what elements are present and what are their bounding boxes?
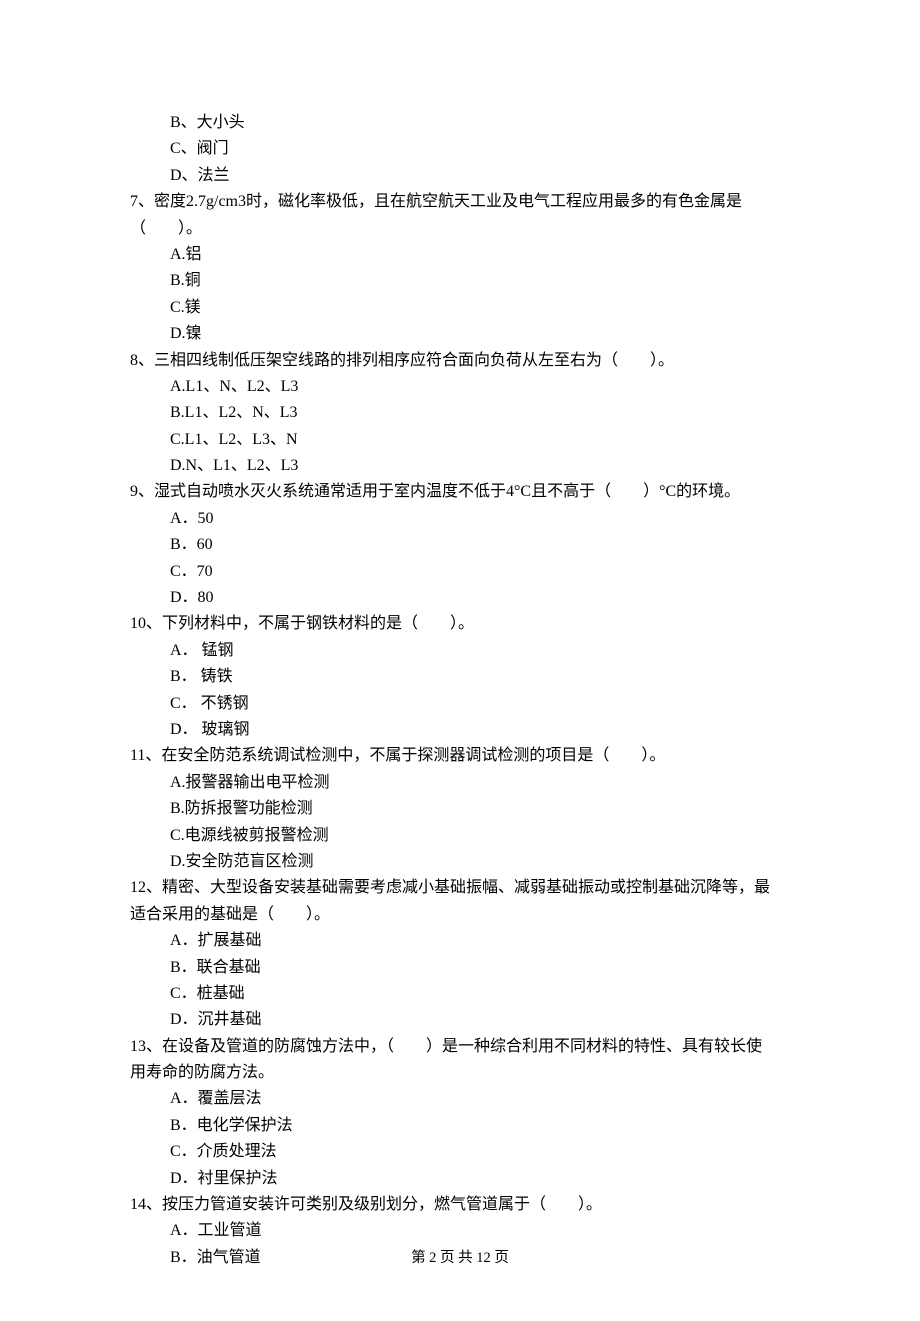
option-13c: C．介质处理法	[130, 1139, 790, 1165]
option-9a: A．50	[130, 506, 790, 532]
option-11d: D.安全防范盲区检测	[130, 849, 790, 875]
option-11a: A.报警器输出电平检测	[130, 770, 790, 796]
question-8-text: 8、三相四线制低压架空线路的排列相序应符合面向负荷从左至右为（ ）。	[130, 348, 790, 374]
option-9d: D．80	[130, 585, 790, 611]
option-12d: D．沉井基础	[130, 1007, 790, 1033]
option-13b: B．电化学保护法	[130, 1113, 790, 1139]
option-10a: A． 锰钢	[130, 638, 790, 664]
option-11c: C.电源线被剪报警检测	[130, 823, 790, 849]
option-13a: A．覆盖层法	[130, 1086, 790, 1112]
question-7-text-line1: 7、密度2.7g/cm3时，磁化率极低，且在航空航天工业及电气工程应用最多的有色…	[130, 189, 790, 215]
question-7-text-line2: （ ）。	[130, 216, 790, 242]
option-10d: D． 玻璃钢	[130, 717, 790, 743]
option-7d: D.镍	[130, 321, 790, 347]
question-12-text-line1: 12、精密、大型设备安装基础需要考虑减小基础振幅、减弱基础振动或控制基础沉降等，…	[130, 875, 790, 901]
question-9-text: 9、湿式自动喷水灭火系统通常适用于室内温度不低于4°C且不高于（ ）°C的环境。	[130, 479, 790, 505]
question-14-text: 14、按压力管道安装许可类别及级别划分，燃气管道属于（ ）。	[130, 1192, 790, 1218]
option-8a: A.L1、N、L2、L3	[130, 374, 790, 400]
option-12b: B．联合基础	[130, 955, 790, 981]
question-9: 9、湿式自动喷水灭火系统通常适用于室内温度不低于4°C且不高于（ ）°C的环境。…	[130, 479, 790, 611]
question-10: 10、下列材料中，不属于钢铁材料的是（ ）。 A． 锰钢 B． 铸铁 C． 不锈…	[130, 611, 790, 743]
option-12c: C．桩基础	[130, 981, 790, 1007]
question-8: 8、三相四线制低压架空线路的排列相序应符合面向负荷从左至右为（ ）。 A.L1、…	[130, 348, 790, 480]
page-footer: 第 2 页 共 12 页	[0, 1247, 920, 1271]
question-13-text-line1: 13、在设备及管道的防腐蚀方法中，（ ）是一种综合利用不同材料的特性、具有较长使	[130, 1034, 790, 1060]
question-11-text: 11、在安全防范系统调试检测中，不属于探测器调试检测的项目是（ ）。	[130, 743, 790, 769]
option-9b: B．60	[130, 532, 790, 558]
option-8d: D.N、L1、L2、L3	[130, 453, 790, 479]
option-10b: B． 铸铁	[130, 664, 790, 690]
option-7b: B.铜	[130, 268, 790, 294]
question-6-partial: B、大小头 C、阀门 D、法兰	[130, 110, 790, 189]
option-7a: A.铝	[130, 242, 790, 268]
option-12a: A．扩展基础	[130, 928, 790, 954]
option-8c: C.L1、L2、L3、N	[130, 427, 790, 453]
page-container: B、大小头 C、阀门 D、法兰 7、密度2.7g/cm3时，磁化率极低，且在航空…	[0, 0, 920, 1321]
question-12: 12、精密、大型设备安装基础需要考虑减小基础振幅、减弱基础振动或控制基础沉降等，…	[130, 875, 790, 1033]
question-10-text: 10、下列材料中，不属于钢铁材料的是（ ）。	[130, 611, 790, 637]
option-7c: C.镁	[130, 295, 790, 321]
question-12-text-line2: 适合采用的基础是（ ）。	[130, 902, 790, 928]
option-11b: B.防拆报警功能检测	[130, 796, 790, 822]
option-13d: D．衬里保护法	[130, 1166, 790, 1192]
option-9c: C．70	[130, 559, 790, 585]
option-6c: C、阀门	[130, 136, 790, 162]
option-14a: A．工业管道	[130, 1218, 790, 1244]
option-8b: B.L1、L2、N、L3	[130, 400, 790, 426]
question-13: 13、在设备及管道的防腐蚀方法中，（ ）是一种综合利用不同材料的特性、具有较长使…	[130, 1034, 790, 1192]
option-6d: D、法兰	[130, 163, 790, 189]
option-6b: B、大小头	[130, 110, 790, 136]
question-11: 11、在安全防范系统调试检测中，不属于探测器调试检测的项目是（ ）。 A.报警器…	[130, 743, 790, 875]
question-7: 7、密度2.7g/cm3时，磁化率极低，且在航空航天工业及电气工程应用最多的有色…	[130, 189, 790, 347]
question-13-text-line2: 用寿命的防腐方法。	[130, 1060, 790, 1086]
option-10c: C． 不锈钢	[130, 691, 790, 717]
